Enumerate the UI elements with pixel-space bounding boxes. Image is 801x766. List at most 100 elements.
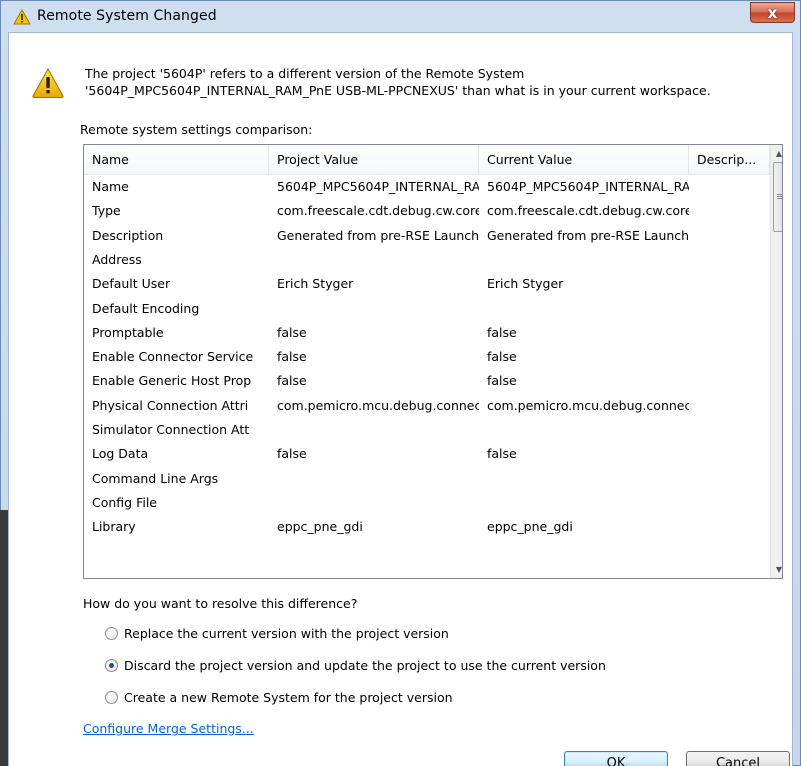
table-cell: Library [92, 519, 136, 535]
table-cell: com.pemicro.mcu.debug.connections [277, 397, 479, 413]
table-cell [689, 394, 770, 418]
table-row[interactable]: Promptable false false [84, 321, 770, 345]
table-cell: Enable Generic Host Prop [92, 373, 252, 389]
table-row[interactable]: Description Generated from pre-RSE Launch… [84, 224, 770, 248]
dialog-content: The project '5604P' refers to a differen… [8, 32, 793, 766]
table-row[interactable]: Enable Connector Service false false [84, 345, 770, 369]
scroll-up-icon[interactable]: ▲ [771, 145, 782, 162]
table-cell: false [487, 349, 517, 365]
table-cell [479, 491, 689, 515]
close-icon: x [767, 3, 778, 22]
comparison-table[interactable]: Name Project Value Current Value Descrip… [83, 144, 783, 579]
table-cell [269, 491, 479, 515]
table-cell [479, 297, 689, 321]
configure-merge-settings-link[interactable]: Configure Merge Settings... [83, 721, 254, 736]
table-cell [479, 418, 689, 442]
table-row[interactable]: Address [84, 248, 770, 272]
scroll-down-icon[interactable]: ▼ [771, 561, 782, 578]
option-discard-project[interactable]: Discard the project version and update t… [105, 656, 606, 674]
table-cell: false [487, 324, 517, 340]
message-line-2: '5604P_MPC5604P_INTERNAL_RAM_PnE USB-ML-… [85, 83, 711, 98]
table-row[interactable]: Log Data false false [84, 442, 770, 466]
table-row[interactable]: Library eppc_pne_gdi eppc_pne_gdi [84, 515, 770, 539]
table-cell: Physical Connection Attri [92, 397, 249, 413]
table-cell [689, 418, 770, 442]
table-row[interactable]: Config File [84, 491, 770, 515]
option-create-new[interactable]: Create a new Remote System for the proje… [105, 688, 453, 706]
column-header-description[interactable]: Descrip... [689, 145, 770, 175]
table-cell [689, 491, 770, 515]
table-cell [269, 418, 479, 442]
ok-button[interactable]: OK [564, 751, 668, 766]
table-cell [689, 199, 770, 223]
table-cell: com.freescale.cdt.debug.cw.core [487, 203, 689, 219]
table-cell [689, 248, 770, 272]
table-cell: Default User [92, 276, 171, 292]
table-row[interactable]: Type com.freescale.cdt.debug.cw.core com.f… [84, 199, 770, 223]
table-cell: Log Data [92, 446, 149, 462]
vertical-scrollbar[interactable]: ▲ ▼ [770, 145, 782, 578]
table-cell: false [487, 446, 517, 462]
table-cell [689, 272, 770, 296]
radio-button[interactable] [105, 690, 118, 704]
close-button[interactable]: x [750, 2, 795, 23]
scrollbar-thumb[interactable] [773, 162, 782, 232]
table-row[interactable]: Name 5604P_MPC5604P_INTERNAL_RAM_PnE USB-… [84, 175, 770, 199]
table-cell [689, 345, 770, 369]
table-cell: 5604P_MPC5604P_INTERNAL_RAM_PnE USB-ML-P… [487, 179, 689, 194]
table-cell: Address [92, 251, 142, 267]
table-row[interactable]: Enable Generic Host Prop false false [84, 369, 770, 393]
table-cell [689, 369, 770, 393]
table-cell [689, 297, 770, 321]
table-row[interactable]: Default Encoding [84, 297, 770, 321]
table-cell: Name [92, 179, 129, 194]
table-row[interactable]: Default User Erich Styger Erich Styger [84, 272, 770, 296]
table-header: Name Project Value Current Value Descrip… [84, 145, 770, 175]
table-cell: Promptable [92, 324, 164, 340]
comparison-label: Remote system settings comparison: [80, 122, 313, 137]
column-header-current-value[interactable]: Current Value [479, 145, 689, 175]
table-cell: Command Line Args [92, 470, 219, 486]
table-cell: Type [92, 203, 121, 219]
table-cell: false [277, 373, 307, 389]
table-cell: eppc_pne_gdi [277, 519, 363, 535]
table-cell: com.pemicro.mcu.debug.connections [487, 397, 689, 413]
column-header-project-value[interactable]: Project Value [269, 145, 479, 175]
option-replace-current[interactable]: Replace the current version with the pro… [105, 624, 449, 642]
table-cell: Config File [92, 494, 157, 510]
table-cell: Description [92, 227, 164, 243]
title-bar[interactable]: Remote System Changed x [1, 1, 800, 33]
cancel-button[interactable]: Cancel [686, 751, 790, 766]
message-line-1: The project '5604P' refers to a differen… [85, 66, 525, 81]
table-cell: Simulator Connection Att [92, 422, 250, 437]
table-cell: Default Encoding [92, 300, 200, 316]
table-row[interactable]: Physical Connection Attri com.pemicro.mcu… [84, 394, 770, 418]
table-cell: false [277, 446, 307, 462]
radio-button-selected[interactable] [105, 658, 118, 672]
option-label: Replace the current version with the pro… [124, 625, 449, 641]
table-cell [689, 442, 770, 466]
table-cell [269, 297, 479, 321]
table-cell [269, 248, 479, 272]
background-window-edge [0, 510, 8, 766]
table-cell [689, 175, 770, 199]
table-cell [479, 248, 689, 272]
table-cell: 5604P_MPC5604P_INTERNAL_RAM_PnE USB-ML-P… [277, 179, 479, 194]
table-cell [479, 467, 689, 491]
table-cell: false [487, 373, 517, 389]
table-cell: Erich Styger [277, 276, 354, 292]
table-cell: Erich Styger [487, 276, 564, 292]
resolve-question: How do you want to resolve this differen… [83, 596, 358, 611]
radio-button[interactable] [105, 626, 118, 640]
window-title: Remote System Changed [37, 8, 217, 24]
table-cell: Generated from pre-RSE Launch [277, 227, 479, 243]
table-row[interactable]: Simulator Connection Att [84, 418, 770, 442]
table-cell: Enable Connector Service [92, 349, 254, 365]
column-header-name[interactable]: Name [84, 145, 269, 175]
table-cell: Generated from pre-RSE Launch [487, 227, 689, 243]
table-row[interactable]: Command Line Args [84, 467, 770, 491]
table-cell: false [277, 324, 307, 340]
table-cell [269, 467, 479, 491]
table-cell [689, 467, 770, 491]
table-cell [689, 224, 770, 248]
